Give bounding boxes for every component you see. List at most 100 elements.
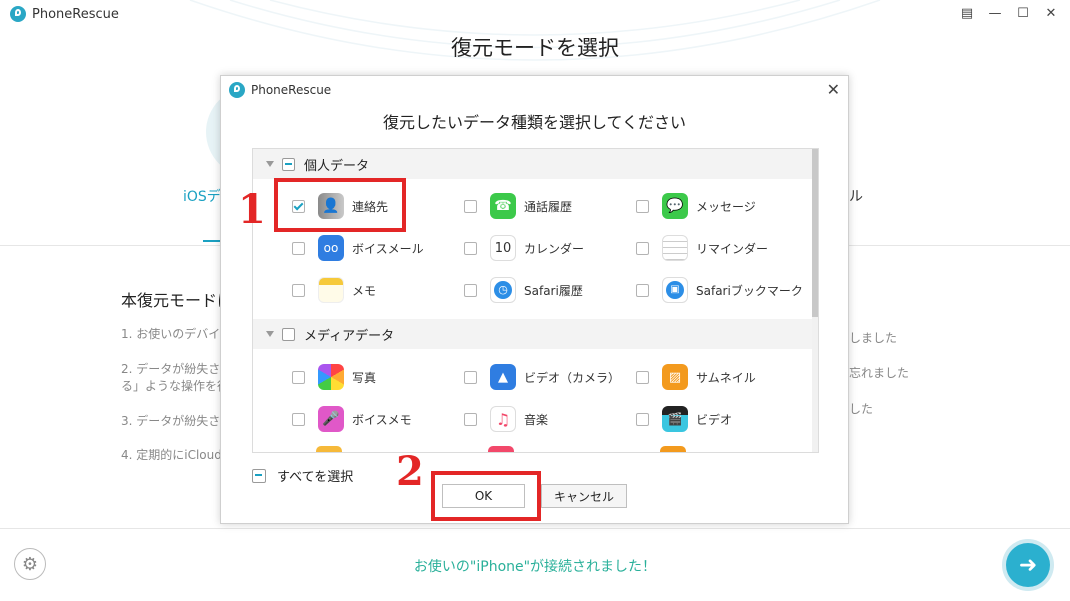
app-title-bar: PhoneRescue	[10, 6, 119, 22]
connection-status: お使いの"iPhone"が接続されました！	[413, 559, 657, 575]
voicemail-icon: oo	[318, 235, 344, 261]
item-label: ボイスメモ	[352, 412, 412, 427]
mode-line: 4. 定期的にiCloud	[121, 448, 222, 462]
expand-triangle-icon[interactable]	[266, 161, 274, 167]
mode-line: 1. お使いのデバイス	[121, 327, 232, 341]
scrollbar-thumb[interactable]	[812, 149, 818, 317]
item-checkbox[interactable]	[464, 241, 477, 255]
mode-line: 3. データが紛失され	[121, 414, 233, 428]
thumbnail-icon: ▨	[662, 364, 688, 390]
group-media-data[interactable]: メディアデータ	[253, 319, 814, 349]
safari-history-icon: ◷	[490, 277, 516, 303]
window-controls: ▤ — ☐ ✕	[960, 6, 1058, 21]
mode-line-right: しました	[849, 331, 898, 345]
item-label: ボイスメール	[352, 241, 424, 256]
dialog-heading: 復元したいデータ種類を選択してください	[382, 113, 687, 132]
list-item-photos[interactable]: 写真	[292, 362, 376, 392]
tab-right[interactable]: ル	[849, 186, 863, 206]
select-all[interactable]: すべてを選択	[252, 466, 353, 485]
minimize-icon[interactable]: —	[988, 6, 1002, 21]
expand-triangle-icon[interactable]	[266, 331, 274, 337]
item-checkbox[interactable]	[636, 283, 649, 297]
data-type-dialog: PhoneRescue ✕ 復元したいデータ種類を選択してください 個人データ …	[220, 75, 849, 524]
phonerescue-logo-icon	[229, 82, 245, 98]
item-checkbox[interactable]	[292, 241, 305, 255]
item-checkbox[interactable]	[292, 370, 305, 384]
maximize-icon[interactable]: ☐	[1016, 6, 1030, 21]
dialog-title: PhoneRescue	[251, 83, 332, 97]
list-item-messages[interactable]: 💬 メッセージ	[636, 191, 756, 221]
calendar-icon: 10	[490, 235, 516, 261]
page-title: 復元モードを選択	[451, 36, 619, 60]
group-personal-data[interactable]: 個人データ	[253, 149, 814, 179]
item-checkbox[interactable]	[636, 370, 649, 384]
item-label: リマインダー	[696, 241, 769, 256]
list-item-safari-bookmarks[interactable]: ▣ Safariブックマーク	[636, 275, 803, 305]
item-checkbox[interactable]	[636, 199, 649, 213]
list-item-notes[interactable]: メモ	[292, 275, 376, 305]
item-label: 写真	[352, 370, 377, 385]
item-checkbox[interactable]	[464, 283, 477, 297]
voice-memo-icon: 🎤	[318, 406, 344, 432]
app-title: PhoneRescue	[32, 6, 119, 22]
scrollbar-track[interactable]	[812, 149, 818, 452]
reminders-icon	[662, 235, 688, 261]
item-label: ビデオ	[696, 412, 733, 427]
item-label: サムネイル	[696, 370, 756, 385]
item-checkbox[interactable]	[292, 283, 305, 297]
dialog-header: PhoneRescue	[229, 82, 331, 98]
select-all-checkbox[interactable]	[252, 468, 266, 483]
menu-icon[interactable]: ▤	[960, 6, 974, 21]
group-label: メディアデータ	[304, 328, 395, 344]
messages-icon: 💬	[662, 193, 688, 219]
item-label: Safariブックマーク	[696, 283, 803, 298]
list-item-voice-memos[interactable]: 🎤 ボイスメモ	[292, 404, 412, 434]
annotation-number-1: 1	[238, 186, 266, 233]
item-checkbox[interactable]	[636, 241, 649, 255]
list-item-videos[interactable]: 🎬 ビデオ	[636, 404, 732, 434]
dialog-close-icon[interactable]: ✕	[827, 80, 840, 99]
list-item-reminders[interactable]: リマインダー	[636, 233, 768, 263]
item-label: メモ	[352, 283, 377, 298]
item-label: 音楽	[524, 412, 549, 427]
list-item-voicemail[interactable]: oo ボイスメール	[292, 233, 424, 263]
item-label: カレンダー	[524, 241, 585, 256]
annotation-number-2: 2	[396, 448, 424, 495]
item-label: メッセージ	[696, 199, 756, 214]
list-item-camera-video[interactable]: ▲ ビデオ（カメラ）	[464, 362, 620, 392]
item-checkbox[interactable]	[636, 412, 649, 426]
select-all-label: すべてを選択	[277, 470, 354, 485]
list-item-calendar[interactable]: 10 カレンダー	[464, 233, 584, 263]
mode-line: る」ような操作を行	[121, 379, 230, 393]
item-label: Safari履歴	[524, 283, 583, 298]
list-item-call-history[interactable]: ☎ 通話履歴	[464, 191, 572, 221]
music-icon: ♫	[490, 406, 516, 432]
group-checkbox[interactable]	[282, 157, 295, 171]
mode-heading: 本復元モードに	[121, 291, 221, 310]
mode-line: 2. データが紛失され	[121, 362, 233, 376]
list-item-safari-history[interactable]: ◷ Safari履歴	[464, 275, 583, 305]
mode-line-right: した	[849, 402, 874, 416]
annotation-box-ok	[431, 471, 541, 521]
cancel-button[interactable]: キャンセル	[541, 484, 627, 508]
item-checkbox[interactable]	[464, 412, 477, 426]
tab-ios-device[interactable]: iOSデバ	[183, 186, 223, 206]
next-arrow-button[interactable]: ➜	[1006, 543, 1050, 587]
group-checkbox[interactable]	[282, 327, 295, 341]
annotation-box-contacts	[274, 178, 406, 232]
notes-icon	[318, 277, 344, 303]
item-checkbox[interactable]	[464, 199, 477, 213]
list-item-music[interactable]: ♫ 音楽	[464, 404, 548, 434]
mode-line-right: 忘れました	[849, 366, 910, 380]
close-icon[interactable]: ✕	[1044, 6, 1058, 21]
group-label: 個人データ	[304, 158, 370, 174]
tab-underline	[203, 240, 221, 242]
list-item-thumbnails[interactable]: ▨ サムネイル	[636, 362, 756, 392]
video-icon: 🎬	[662, 406, 688, 432]
item-checkbox[interactable]	[292, 412, 305, 426]
item-checkbox[interactable]	[464, 370, 477, 384]
item-label: ビデオ（カメラ）	[524, 370, 621, 385]
photos-icon	[318, 364, 344, 390]
cut-off-icon	[488, 446, 514, 452]
safari-bookmark-icon: ▣	[662, 277, 688, 303]
